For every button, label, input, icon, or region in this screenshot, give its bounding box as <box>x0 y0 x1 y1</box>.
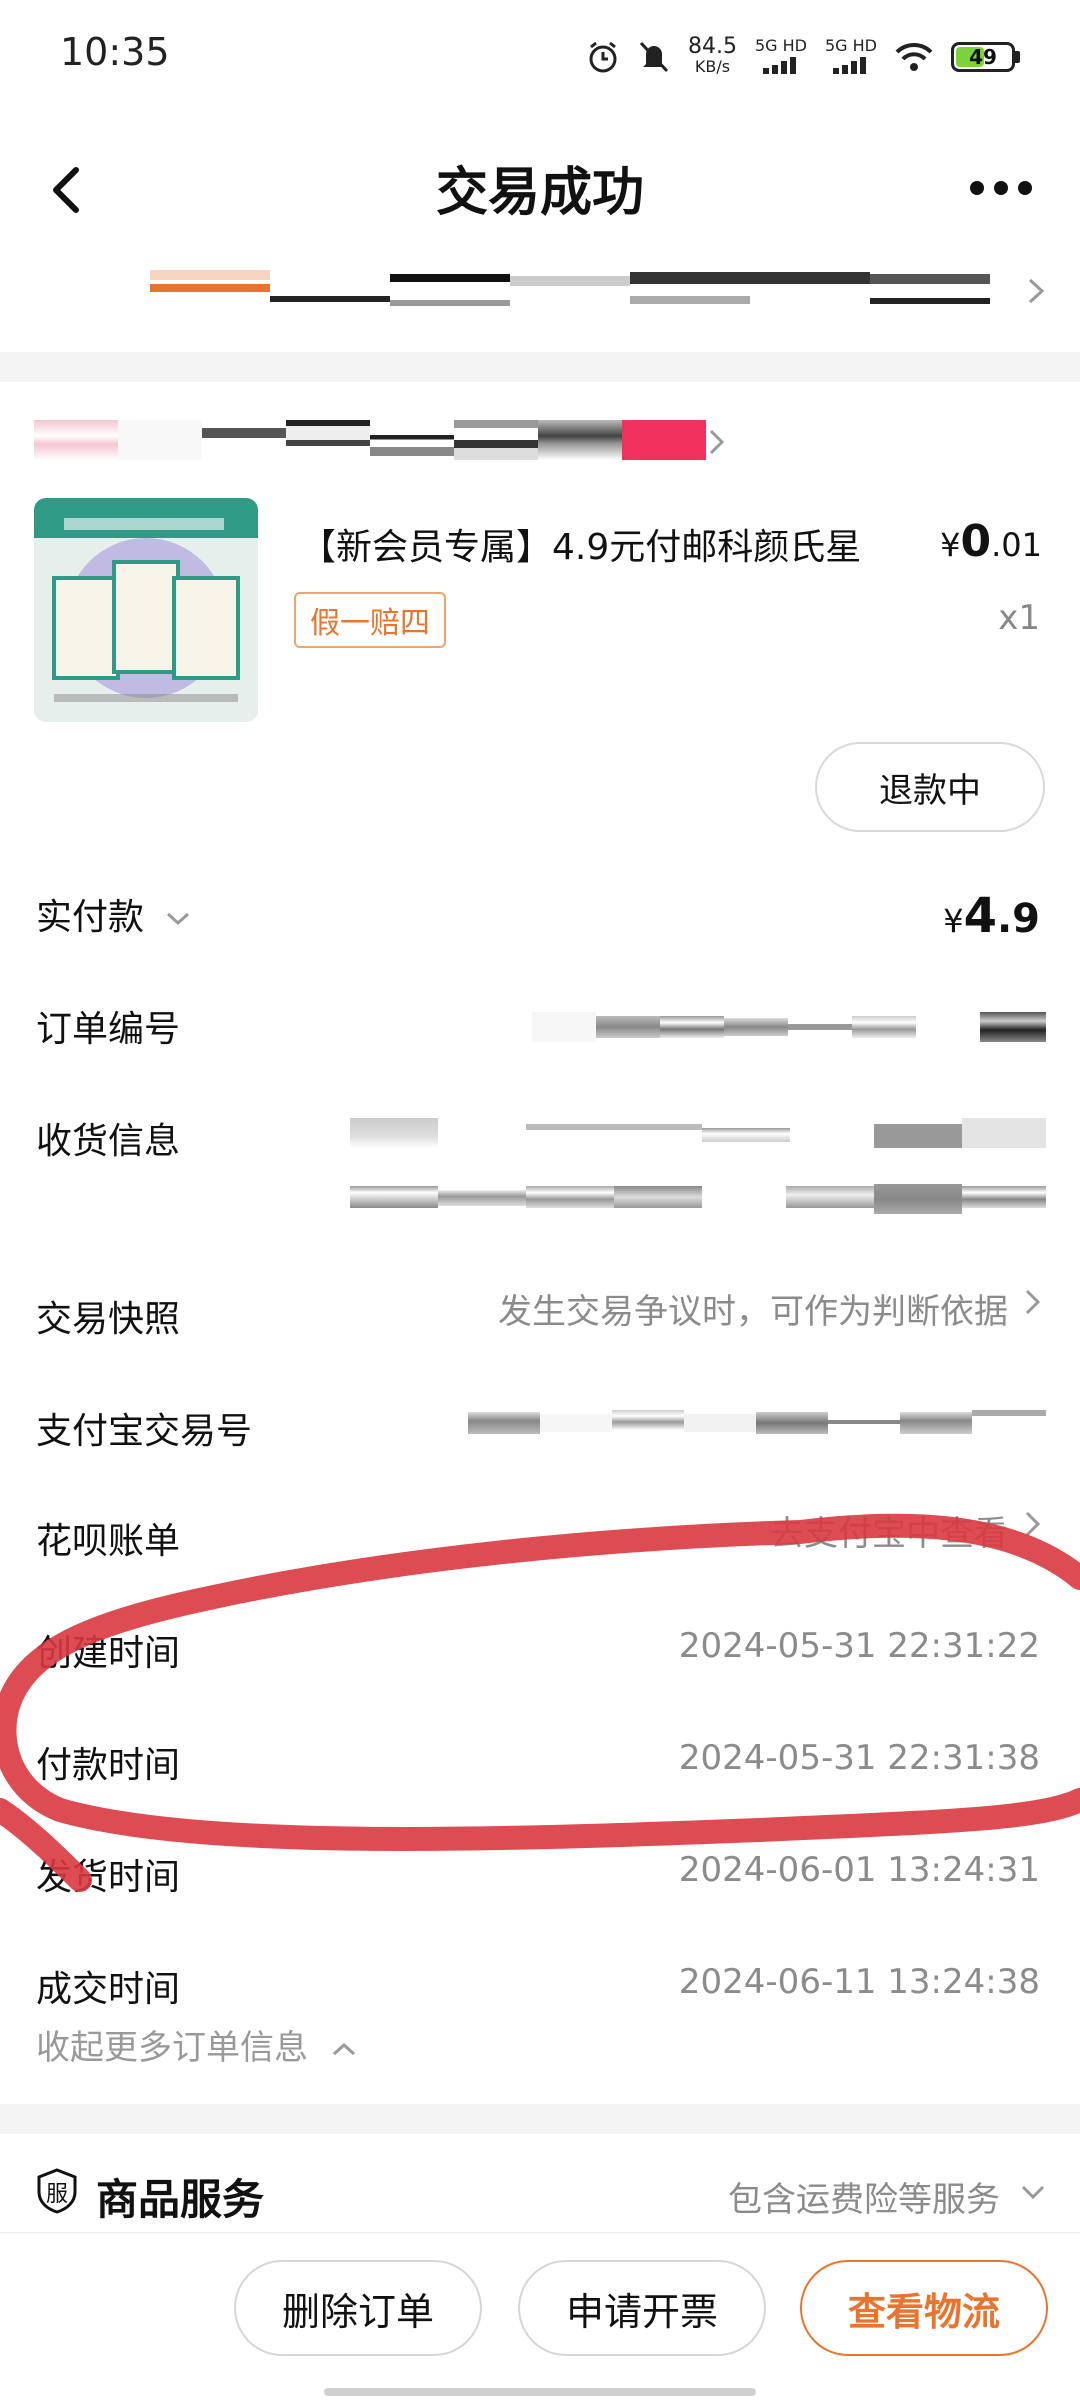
redacted-logistics-info[interactable] <box>150 270 990 312</box>
service-value[interactable]: 包含运费险等服务 <box>728 2172 1000 2221</box>
price-decimal: .01 <box>991 526 1042 564</box>
product-title[interactable]: 【新会员专属】4.9元付邮科颜氏星 <box>300 518 861 570</box>
chevron-down-icon[interactable] <box>1018 2180 1048 2204</box>
net-speed-value: 84.5 <box>687 33 737 59</box>
collapse-label: 收起更多订单信息 <box>36 2028 308 2068</box>
paid-time-value: 2024-05-31 22:31:38 <box>678 1738 1040 1778</box>
shipped-time-label: 发货时间 <box>36 1857 181 1898</box>
signal-1: 5G HD <box>755 36 807 77</box>
product-price: ¥0.01 <box>940 516 1042 567</box>
shipped-time-value: 2024-06-01 13:24:31 <box>678 1850 1040 1890</box>
paid-time-label: 付款时间 <box>36 1745 181 1786</box>
request-invoice-button[interactable]: 申请开票 <box>518 2260 766 2356</box>
guarantee-tag: 假一赔四 <box>294 592 446 648</box>
section-divider <box>0 352 1080 382</box>
price-integer: 0 <box>960 516 992 567</box>
mute-bell-icon <box>639 41 669 72</box>
view-logistics-button[interactable]: 查看物流 <box>800 2260 1048 2356</box>
more-dots-icon[interactable] <box>970 168 1040 208</box>
paid-symbol: ¥ <box>943 902 964 940</box>
product-quantity: x1 <box>998 598 1040 638</box>
product-thumbnail-icon <box>34 498 258 722</box>
alarm-icon <box>589 41 617 72</box>
paid-amount: ¥4.9 <box>943 888 1040 944</box>
net-speed: 84.5 KB/s <box>687 33 737 77</box>
paid-decimal: .9 <box>996 896 1040 942</box>
page-title: 交易成功 <box>435 163 644 223</box>
collapse-order-info-link[interactable]: 收起更多订单信息 <box>36 2020 359 2069</box>
status-icons: 84.5 KB/s 5G HD 5G HD 49 <box>586 33 1020 77</box>
completed-time-value: 2024-06-11 13:24:38 <box>678 1962 1040 2002</box>
chevron-right-icon[interactable] <box>1022 1286 1044 1318</box>
paid-amount-text: 实付款 <box>36 897 145 938</box>
delete-order-button[interactable]: 删除订单 <box>234 2260 482 2356</box>
price-symbol: ¥ <box>940 526 961 564</box>
alipay-number-label: 支付宝交易号 <box>36 1411 253 1452</box>
chevron-right-icon[interactable] <box>706 426 728 458</box>
chevron-right-icon[interactable] <box>1024 274 1048 308</box>
refund-status-button[interactable]: 退款中 <box>815 742 1045 832</box>
chevron-down-icon <box>167 912 190 926</box>
created-time-label: 创建时间 <box>36 1633 181 1674</box>
battery-level: 49 <box>969 44 997 69</box>
chevron-right-icon[interactable] <box>1022 1508 1044 1540</box>
signal-bars-icon <box>762 57 796 74</box>
order-number-label: 订单编号 <box>36 1009 181 1050</box>
redacted-alipay-number[interactable] <box>468 1408 1046 1438</box>
huabei-bill-label: 花呗账单 <box>36 1521 181 1562</box>
redacted-shop-name[interactable] <box>34 420 706 462</box>
section-divider <box>0 2104 1080 2134</box>
redacted-order-number[interactable] <box>532 1012 1046 1042</box>
service-title: 商品服务 <box>96 2175 265 2224</box>
paid-amount-label[interactable]: 实付款 <box>36 888 193 940</box>
signal-bars-icon <box>832 57 866 74</box>
chevron-up-icon <box>332 2042 355 2056</box>
completed-time-label: 成交时间 <box>36 1969 181 2010</box>
paid-integer: 4 <box>963 888 997 944</box>
signal-2: 5G HD <box>825 36 877 77</box>
huabei-bill-value[interactable]: 去支付宝中查看 <box>770 1506 1008 1555</box>
status-time: 10:35 <box>60 30 170 74</box>
snapshot-label: 交易快照 <box>36 1299 181 1340</box>
signal-2-label: 5G HD <box>824 36 877 55</box>
signal-1-label: 5G HD <box>754 36 807 55</box>
shipping-info-label: 收货信息 <box>36 1121 181 1162</box>
snapshot-value[interactable]: 发生交易争议时，可作为判断依据 <box>498 1284 1008 1333</box>
created-time-value: 2024-05-31 22:31:22 <box>678 1626 1040 1666</box>
home-indicator[interactable] <box>324 2388 756 2396</box>
redacted-shipping-info[interactable] <box>350 1118 1046 1222</box>
wifi-icon <box>895 42 933 71</box>
net-speed-unit: KB/s <box>694 56 731 76</box>
battery-icon: 49 <box>951 41 1015 72</box>
service-icon-text: 服 <box>45 2182 68 2207</box>
product-image[interactable] <box>34 498 258 722</box>
